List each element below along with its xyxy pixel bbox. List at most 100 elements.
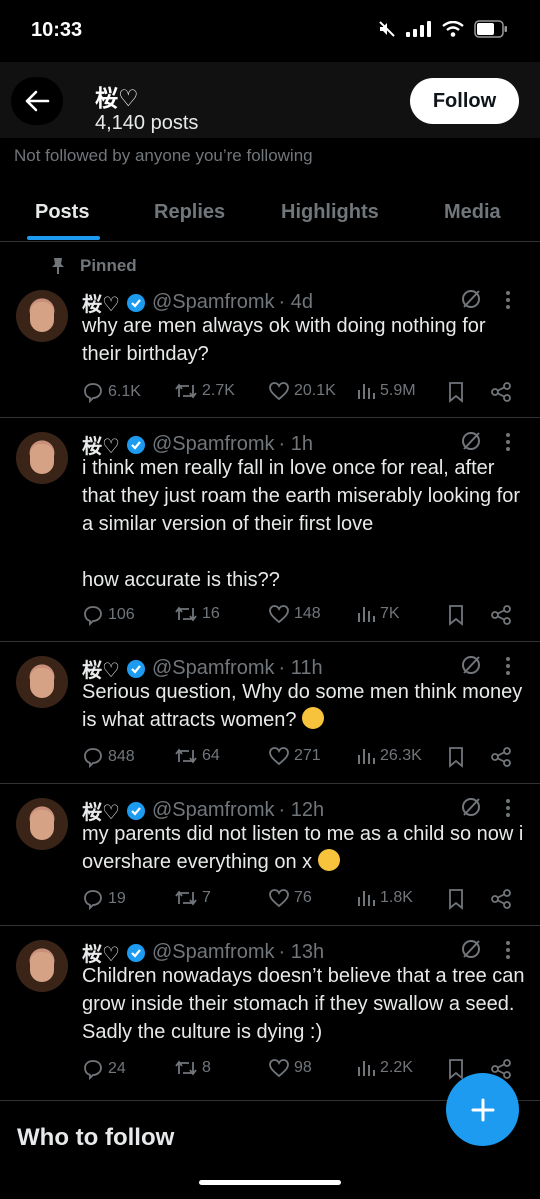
views-button[interactable]: 5.9M	[356, 381, 416, 401]
views-icon	[358, 1061, 375, 1076]
tweet-1[interactable]: 桜♡ @Spamfromk · 1h i think men really fa…	[0, 418, 540, 642]
pinned-label: Pinned	[50, 256, 137, 276]
bookmark-icon[interactable]	[447, 381, 465, 403]
plus-icon	[471, 1098, 494, 1121]
share-icon[interactable]	[490, 381, 512, 403]
cellular-signal-icon	[406, 21, 431, 37]
tab-media[interactable]: Media	[444, 201, 501, 224]
repost-count: 64	[202, 747, 220, 764]
reply-icon	[84, 383, 102, 403]
share-icon[interactable]	[490, 746, 512, 768]
tweet-2[interactable]: 桜♡ @Spamfromk · 11h Serious question, Wh…	[0, 642, 540, 784]
avatar[interactable]	[16, 940, 68, 992]
like-button[interactable]: 271	[268, 746, 321, 766]
like-count: 76	[294, 889, 312, 906]
tweet-text: i think men really fall in love once for…	[82, 457, 520, 591]
reply-icon	[84, 1060, 102, 1080]
grok-icon[interactable]	[460, 938, 482, 960]
bookmark-icon[interactable]	[447, 888, 465, 910]
like-button[interactable]: 20.1K	[268, 381, 336, 401]
share-icon[interactable]	[490, 604, 512, 626]
more-options-icon[interactable]	[505, 798, 511, 818]
reply-button[interactable]: 848	[82, 746, 135, 768]
tweet-actions: 106 16 148 7K	[82, 604, 522, 628]
like-button[interactable]: 98	[268, 1058, 312, 1078]
more-options-icon[interactable]	[505, 290, 511, 310]
pinned-text: Pinned	[80, 256, 137, 275]
avatar[interactable]	[16, 432, 68, 484]
repost-button[interactable]: 2.7K	[174, 381, 235, 401]
tweet-3[interactable]: 桜♡ @Spamfromk · 12h my parents did not l…	[0, 784, 540, 926]
repost-icon	[175, 606, 197, 622]
tab-replies[interactable]: Replies	[154, 201, 225, 224]
bookmark-icon[interactable]	[447, 604, 465, 626]
share-icon[interactable]	[490, 888, 512, 910]
grok-icon[interactable]	[460, 288, 482, 310]
repost-count: 16	[202, 605, 220, 622]
tweet-handle[interactable]: @Spamfromk	[152, 799, 275, 822]
grok-icon[interactable]	[460, 654, 482, 676]
avatar[interactable]	[16, 798, 68, 850]
more-options-icon[interactable]	[505, 432, 511, 452]
tweet-actions: 24 8 98 2.2K	[82, 1058, 522, 1082]
views-count: 2.2K	[380, 1059, 413, 1076]
like-button[interactable]: 148	[268, 604, 321, 624]
repost-count: 2.7K	[202, 382, 235, 399]
tab-posts[interactable]: Posts	[35, 201, 89, 224]
reply-button[interactable]: 6.1K	[82, 381, 141, 403]
like-button[interactable]: 76	[268, 888, 312, 908]
verified-badge-icon	[126, 943, 146, 963]
tweet-handle[interactable]: @Spamfromk	[152, 657, 275, 680]
heart-icon	[269, 382, 289, 401]
tweet-4[interactable]: 桜♡ @Spamfromk · 13h Children nowadays do…	[0, 926, 540, 1101]
repost-button[interactable]: 8	[174, 1058, 211, 1078]
avatar[interactable]	[16, 656, 68, 708]
reply-icon	[84, 890, 102, 910]
views-button[interactable]: 1.8K	[356, 888, 413, 908]
reply-count: 106	[108, 606, 135, 623]
back-button[interactable]	[11, 77, 63, 125]
more-options-icon[interactable]	[505, 656, 511, 676]
views-count: 1.8K	[380, 889, 413, 906]
loudly-crying-face-emoji	[317, 849, 340, 871]
tweet-handle[interactable]: @Spamfromk	[152, 433, 275, 456]
bookmark-icon[interactable]	[447, 746, 465, 768]
tweet-text: Children nowadays doesn’t believe that a…	[82, 965, 531, 1043]
battery-icon	[474, 20, 507, 38]
tweet-handle[interactable]: @Spamfromk	[152, 941, 275, 964]
tweet-text-content: my parents did not listen to me as a chi…	[82, 823, 529, 873]
tweet-text: why are men always ok with doing nothing…	[82, 315, 492, 365]
more-options-icon[interactable]	[505, 940, 511, 960]
tweet-time: · 11h	[278, 657, 323, 679]
views-button[interactable]: 2.2K	[356, 1058, 413, 1078]
repost-button[interactable]: 64	[174, 746, 220, 766]
follow-button[interactable]: Follow	[410, 78, 519, 124]
repost-icon	[175, 890, 197, 906]
views-button[interactable]: 7K	[356, 604, 400, 624]
repost-button[interactable]: 16	[174, 604, 220, 624]
reply-button[interactable]: 24	[82, 1058, 126, 1080]
compose-post-button[interactable]	[446, 1073, 519, 1146]
home-indicator[interactable]	[199, 1180, 341, 1185]
tab-highlights[interactable]: Highlights	[281, 201, 379, 224]
bookmark-icon[interactable]	[447, 1058, 465, 1080]
pin-icon	[52, 258, 64, 274]
tweet-0[interactable]: 桜♡ @Spamfromk · 4d why are men always ok…	[0, 282, 540, 418]
views-button[interactable]: 26.3K	[356, 746, 422, 766]
grok-icon[interactable]	[460, 430, 482, 452]
silent-mode-icon	[379, 21, 395, 37]
views-count: 5.9M	[380, 382, 416, 399]
repost-button[interactable]: 7	[174, 888, 211, 908]
wifi-icon	[442, 21, 464, 37]
views-icon	[358, 607, 375, 622]
reply-button[interactable]: 106	[82, 604, 135, 626]
reply-button[interactable]: 19	[82, 888, 126, 910]
tweet-handle[interactable]: @Spamfromk	[152, 291, 275, 314]
verified-badge-icon	[126, 801, 146, 821]
repost-count: 8	[202, 1059, 211, 1076]
heart-icon	[269, 747, 289, 766]
views-icon	[358, 384, 375, 399]
post-count: 4,140 posts	[95, 112, 199, 134]
grok-icon[interactable]	[460, 796, 482, 818]
avatar[interactable]	[16, 290, 68, 342]
